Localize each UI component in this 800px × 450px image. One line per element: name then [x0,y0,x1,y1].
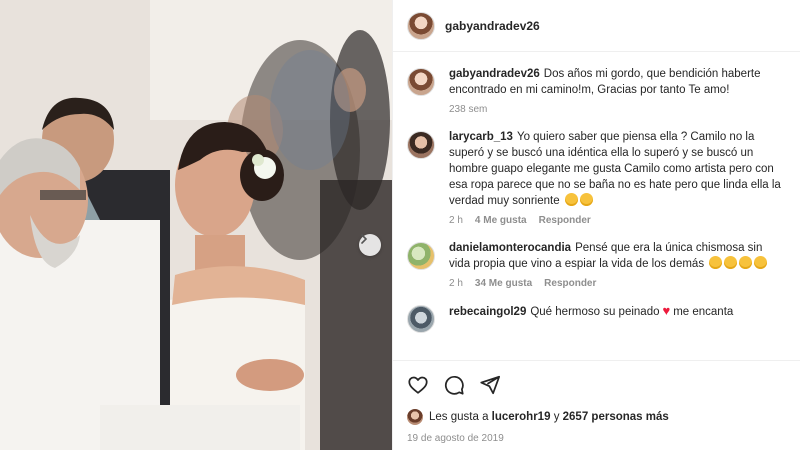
comment-username[interactable]: danielamonterocandia [449,242,571,254]
comment-avatar[interactable] [407,305,435,333]
laughing-emoji-icon [739,256,753,269]
reply-button[interactable]: Responder [539,215,591,226]
liker-avatar [407,409,423,425]
comment-meta: 2 h 34 Me gusta Responder [449,278,786,289]
action-icons [407,373,786,397]
post-photo[interactable] [0,0,392,450]
post-modal: gabyandradev26 gabyandradev26 Dos años mi… [0,0,800,450]
wedding-photo-illustration [0,0,392,450]
comment-text-continued: me encanta [673,306,734,318]
heart-outline-icon [408,376,428,394]
comment-username[interactable]: rebecaingol29 [449,306,526,318]
likes-connector: y [553,411,560,423]
laughing-emoji-icon [724,256,738,269]
post-date: 19 de agosto de 2019 [407,433,504,444]
comment-time: 2 h [449,278,463,289]
smiling-emoji-icon [579,193,593,206]
likes-summary[interactable]: Les gusta a lucerohr19 y 2657 personas m… [407,409,786,425]
author-avatar[interactable] [407,11,435,40]
reply-button[interactable]: Responder [544,278,596,289]
likes-prefix: Les gusta a [429,411,489,423]
comment-username[interactable]: larycarb_13 [449,131,513,143]
comment-time: 2 h [449,215,463,226]
comment-avatar[interactable] [407,131,435,159]
smiling-hearts-emoji-icon [564,193,578,206]
paper-plane-icon [480,375,501,395]
chevron-right-icon [361,234,368,244]
like-button[interactable] [407,374,429,396]
caption-age: 238 sem [449,104,488,115]
author-username[interactable]: gabyandradev26 [445,19,540,33]
comment-bubble-icon [444,376,464,395]
laughing-emoji-icon [709,256,723,269]
post-header: gabyandradev26 [393,0,800,52]
comment-button[interactable] [443,374,465,396]
likes-others[interactable]: 2657 personas más [563,411,669,423]
comment: rebecaingol29 Qué hermoso su peinado ♥ me e… [407,303,786,333]
caption-meta: 238 sem [449,104,786,115]
comments-list[interactable]: gabyandradev26 Dos años mi gordo, que ben… [393,52,800,360]
red-heart-emoji-icon: ♥ [662,303,671,318]
caption: gabyandradev26 Dos años mi gordo, que ben… [407,66,786,115]
comment-likes[interactable]: 4 Me gusta [475,215,527,226]
post-actions: Les gusta a lucerohr19 y 2657 personas m… [393,360,800,450]
comment-meta: 2 h 4 Me gusta Responder [449,215,786,226]
comment-text: Qué hermoso su peinado [530,306,660,318]
comment-avatar[interactable] [407,242,435,270]
post-details-panel: gabyandradev26 gabyandradev26 Dos años mi… [392,0,800,450]
caption-username[interactable]: gabyandradev26 [449,68,540,80]
caption-avatar[interactable] [407,68,435,96]
share-button[interactable] [479,374,501,396]
liker-username[interactable]: lucerohr19 [492,411,551,423]
laughing-emoji-icon [754,256,768,269]
comment: larycarb_13 Yo quiero saber que piensa el… [407,129,786,226]
comment-likes[interactable]: 34 Me gusta [475,278,532,289]
comment: danielamonterocandia Pensé que era la úni… [407,240,786,289]
next-photo-button[interactable] [359,234,381,256]
